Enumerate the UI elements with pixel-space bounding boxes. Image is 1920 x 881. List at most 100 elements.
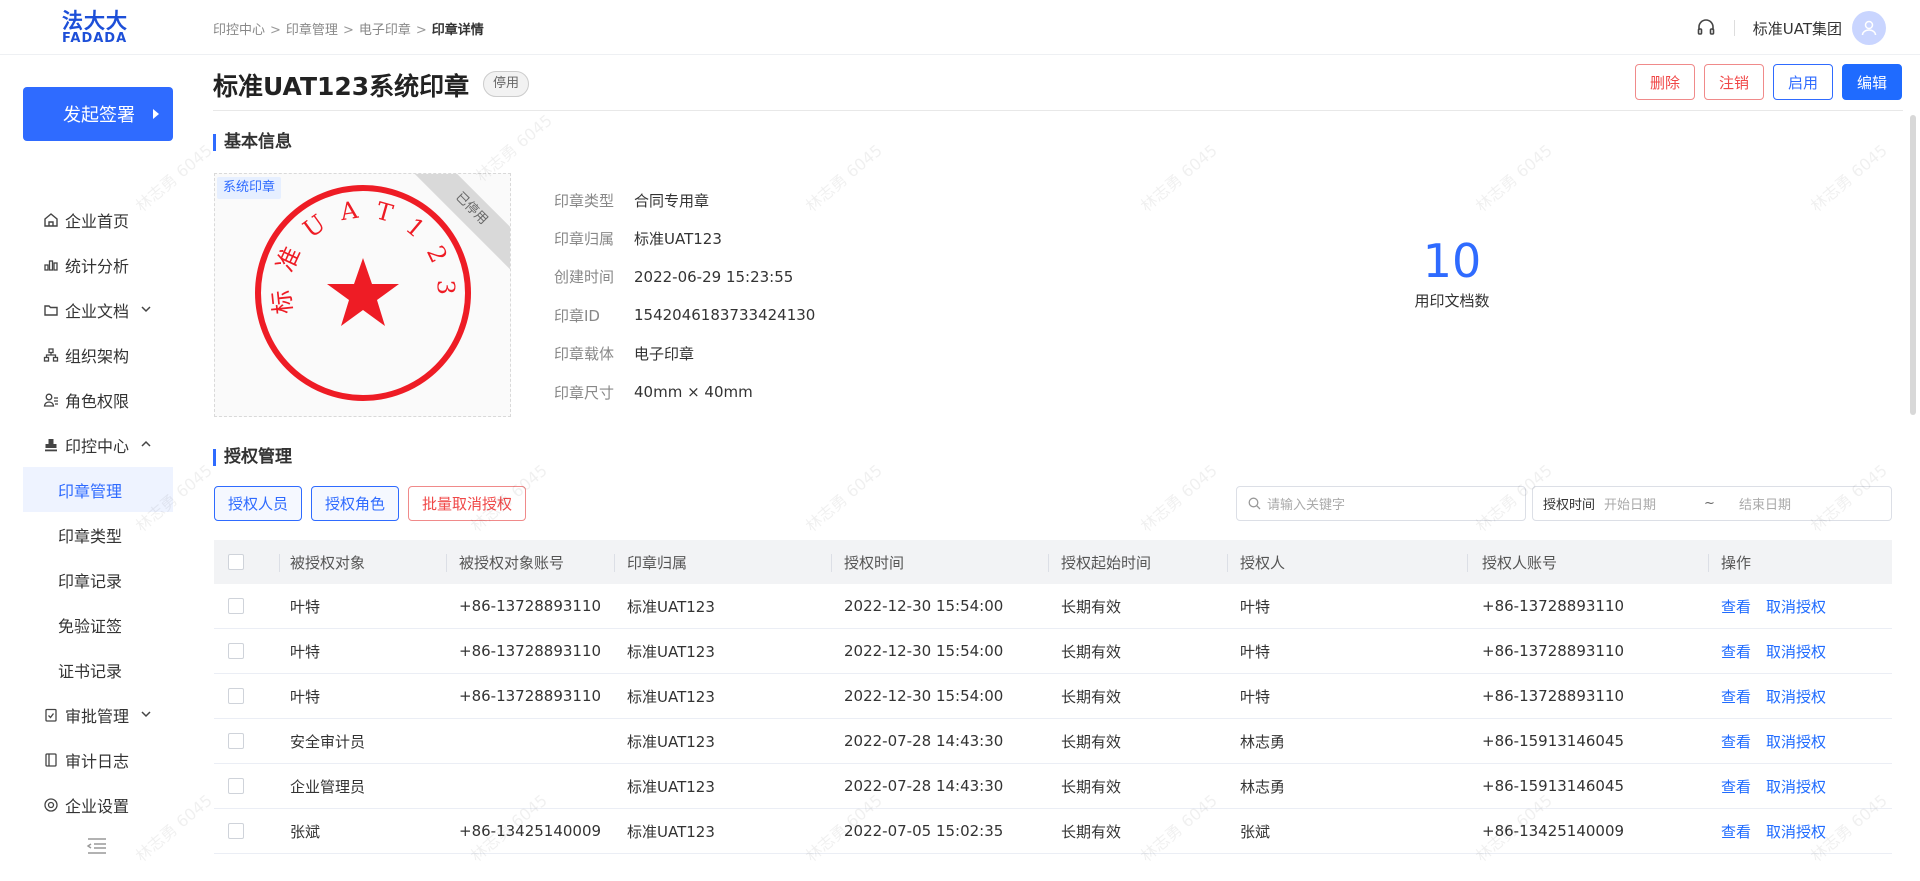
sidebar-item-roles[interactable]: 角色权限 bbox=[0, 377, 196, 422]
watermark: 林志勇 6045 bbox=[1136, 460, 1221, 536]
column-header: 授权起始时间 bbox=[1048, 552, 1227, 573]
sidebar-item-label: 审计日志 bbox=[65, 751, 130, 771]
header-checkbox-cell bbox=[214, 554, 279, 570]
sidebar-subitem-certificates[interactable]: 证书记录 bbox=[0, 647, 196, 692]
start-date-input[interactable]: 开始日期 bbox=[1604, 494, 1656, 513]
sidebar-item-approval[interactable]: 审批管理 bbox=[0, 692, 196, 737]
delete-button[interactable]: 删除 bbox=[1634, 64, 1695, 100]
date-range-picker[interactable]: 授权时间 开始日期 ~ 结束日期 bbox=[1532, 486, 1892, 521]
info-value: 合同专用章 bbox=[634, 191, 710, 210]
row-checkbox[interactable] bbox=[228, 778, 244, 794]
sidebar-item-org[interactable]: 组织架构 bbox=[0, 332, 196, 377]
view-link[interactable]: 查看 bbox=[1721, 643, 1751, 661]
row-checkbox[interactable] bbox=[228, 598, 244, 614]
caret-right-icon bbox=[153, 109, 159, 119]
avatar[interactable] bbox=[1852, 11, 1886, 45]
user-icon bbox=[1861, 20, 1877, 36]
breadcrumb-item[interactable]: 印章管理 bbox=[286, 19, 338, 38]
sidebar-subitem-auto-sign[interactable]: 免验证签 bbox=[0, 602, 196, 647]
stamp-icon bbox=[42, 436, 60, 454]
row-checkbox-cell bbox=[214, 733, 279, 749]
sidebar-nav: 企业首页 统计分析 企业文档 组织架构 角色权限 印控中心 印章管理 印章类型 … bbox=[0, 197, 196, 827]
fadada-logo[interactable]: 法大大 FADADA bbox=[62, 10, 132, 46]
end-date-input[interactable]: 结束日期 bbox=[1739, 494, 1791, 513]
cancel-auth-link[interactable]: 取消授权 bbox=[1766, 823, 1826, 841]
search-input[interactable]: 请输入关键字 bbox=[1236, 486, 1526, 521]
info-label: 印章类型 bbox=[554, 191, 615, 210]
cell-grantor-account: +86-13425140009 bbox=[1482, 822, 1625, 840]
headset-icon[interactable] bbox=[1696, 18, 1716, 38]
sidebar-subitem-seal-types[interactable]: 印章类型 bbox=[0, 512, 196, 557]
collapse-menu-icon[interactable] bbox=[86, 837, 108, 855]
cell-grantor: 林志勇 bbox=[1240, 777, 1286, 796]
row-checkbox[interactable] bbox=[228, 823, 244, 839]
cell-grantor: 叶特 bbox=[1240, 642, 1271, 661]
column-header: 被授权对象 bbox=[279, 552, 446, 573]
cell-target: 企业管理员 bbox=[290, 777, 366, 796]
row-checkbox[interactable] bbox=[228, 643, 244, 659]
start-sign-label: 发起签署 bbox=[63, 105, 135, 126]
divider bbox=[213, 110, 1903, 111]
breadcrumb: 印控中心 > 印章管理 > 电子印章 > 印章详情 bbox=[213, 19, 484, 38]
action-bar: 删除 注销 启用 编辑 bbox=[1634, 64, 1902, 100]
enable-button[interactable]: 启用 bbox=[1772, 64, 1833, 100]
seal-image: 标 准 U A T 1 2 3 bbox=[255, 185, 471, 401]
scrollbar[interactable] bbox=[1910, 115, 1916, 415]
sidebar-item-home[interactable]: 企业首页 bbox=[0, 197, 196, 242]
cell-owner: 标准UAT123 bbox=[627, 732, 715, 751]
table-row: 张斌 +86-13425140009 标准UAT123 2022-07-05 1… bbox=[214, 809, 1892, 854]
home-icon bbox=[42, 211, 60, 229]
cell-account: +86-13728893110 bbox=[459, 642, 602, 660]
cell-grantor-account: +86-13728893110 bbox=[1482, 687, 1625, 705]
cell-grantor: 叶特 bbox=[1240, 687, 1271, 706]
sidebar-subitem-seal-records[interactable]: 印章记录 bbox=[0, 557, 196, 602]
info-value: 2022-06-29 15:23:55 bbox=[634, 267, 794, 286]
row-checkbox[interactable] bbox=[228, 733, 244, 749]
cancel-auth-link[interactable]: 取消授权 bbox=[1766, 643, 1826, 661]
sidebar-item-documents[interactable]: 企业文档 bbox=[0, 287, 196, 332]
breadcrumb-item[interactable]: 印控中心 bbox=[213, 19, 265, 38]
sidebar-item-audit-log[interactable]: 审计日志 bbox=[0, 737, 196, 782]
authorize-user-button[interactable]: 授权人员 bbox=[214, 486, 303, 521]
auth-table: 被授权对象 被授权对象账号 印章归属 授权时间 授权起始时间 授权人 授权人账号… bbox=[214, 540, 1892, 854]
cancel-auth-link[interactable]: 取消授权 bbox=[1766, 598, 1826, 616]
chevron-down-icon bbox=[141, 306, 151, 313]
cancel-auth-link[interactable]: 取消授权 bbox=[1766, 778, 1826, 796]
sidebar-subitem-seal-management[interactable]: 印章管理 bbox=[23, 467, 173, 512]
cancel-auth-link[interactable]: 取消授权 bbox=[1766, 733, 1826, 751]
start-sign-button[interactable]: 发起签署 bbox=[23, 87, 173, 141]
row-checkbox[interactable] bbox=[228, 688, 244, 704]
company-name[interactable]: 标准UAT集团 bbox=[1753, 18, 1842, 39]
chevron-down-icon bbox=[141, 711, 151, 718]
revoke-button[interactable]: 注销 bbox=[1703, 64, 1764, 100]
edit-button[interactable]: 编辑 bbox=[1841, 64, 1902, 100]
table-row: 企业管理员 标准UAT123 2022-07-28 14:43:30 长期有效 … bbox=[214, 764, 1892, 809]
view-link[interactable]: 查看 bbox=[1721, 733, 1751, 751]
view-link[interactable]: 查看 bbox=[1721, 688, 1751, 706]
info-value: 电子印章 bbox=[634, 345, 695, 364]
view-link[interactable]: 查看 bbox=[1721, 778, 1751, 796]
cell-start: 长期有效 bbox=[1061, 732, 1122, 751]
document-count-stat[interactable]: 10 用印文档数 bbox=[1406, 238, 1498, 311]
cell-grantor-account: +86-13728893110 bbox=[1482, 642, 1625, 660]
view-link[interactable]: 查看 bbox=[1721, 598, 1751, 616]
authorize-role-button[interactable]: 授权角色 bbox=[311, 486, 400, 521]
batch-cancel-button[interactable]: 批量取消授权 bbox=[408, 486, 527, 521]
select-all-checkbox[interactable] bbox=[228, 554, 244, 570]
date-range-label: 授权时间 bbox=[1543, 498, 1596, 513]
cell-actions: 查看 取消授权 bbox=[1708, 731, 1892, 752]
view-link[interactable]: 查看 bbox=[1721, 823, 1751, 841]
column-header: 被授权对象账号 bbox=[446, 552, 614, 573]
info-row-created: 创建时间 2022-06-29 15:23:55 bbox=[554, 258, 815, 296]
cell-owner: 标准UAT123 bbox=[627, 597, 715, 616]
top-header: 法大大 FADADA 印控中心 > 印章管理 > 电子印章 > 印章详情 标准UAT集团 bbox=[0, 0, 1920, 55]
table-row: 叶特 +86-13728893110 标准UAT123 2022-12-30 1… bbox=[214, 584, 1892, 629]
search-placeholder: 请输入关键字 bbox=[1267, 498, 1346, 513]
cancel-auth-link[interactable]: 取消授权 bbox=[1766, 688, 1826, 706]
breadcrumb-separator: > bbox=[270, 23, 281, 38]
sidebar: 发起签署 企业首页 统计分析 企业文档 组织架构 角色权限 印控中心 印章管理 … bbox=[0, 55, 196, 881]
sidebar-item-settings[interactable]: 企业设置 bbox=[0, 782, 196, 827]
sidebar-item-analytics[interactable]: 统计分析 bbox=[0, 242, 196, 287]
breadcrumb-item[interactable]: 电子印章 bbox=[359, 19, 411, 38]
sidebar-item-seal-center[interactable]: 印控中心 bbox=[0, 422, 196, 467]
